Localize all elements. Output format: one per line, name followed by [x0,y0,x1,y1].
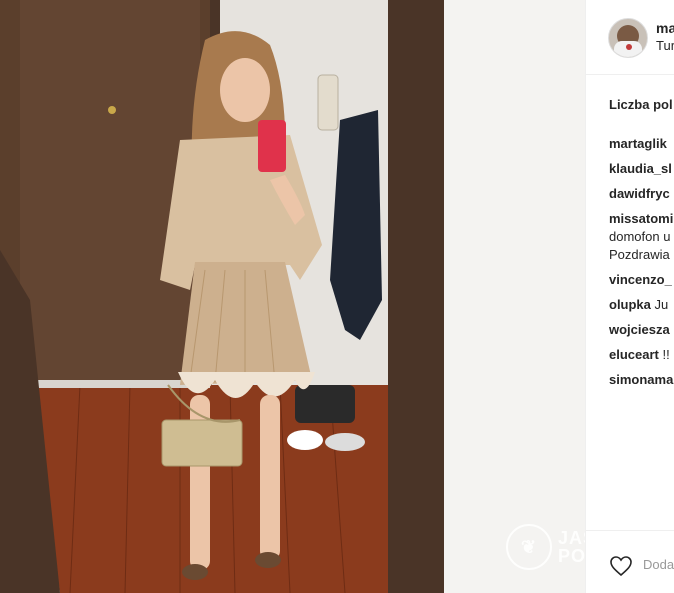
comment-item: simonama [609,371,673,389]
heart-icon[interactable] [609,555,633,577]
add-comment-input[interactable]: Doda [643,557,674,572]
post-photo[interactable]: ❦ JAS PO [0,0,585,593]
watermark-text-2: PO [558,546,585,566]
comment-username[interactable]: simonama [609,372,673,387]
watermark-logo-icon: ❦ [506,524,552,570]
comment-username[interactable]: missatomi [609,211,673,226]
username-link[interactable]: ma [656,20,674,36]
comment-item: missatomi domofon u Pozdrawia [609,210,673,264]
comment-username[interactable]: olupka [609,297,651,312]
avatar[interactable] [608,18,648,58]
comment-list: martaglik klaudia_sl dawidfryc missatomi… [609,135,673,396]
comment-item: wojciesza [609,321,673,339]
comment-item: martaglik [609,135,673,153]
post-sidebar: ma Tur Liczba pol martaglik klaudia_sl d… [585,0,674,593]
comment-username[interactable]: vincenzo_ [609,272,672,287]
post-footer: Doda [586,530,674,593]
location-link[interactable]: Tur [656,38,674,53]
comment-text: !! [658,347,670,362]
comment-username[interactable]: martaglik [609,136,667,151]
watermark-text-1: JAS [558,528,585,548]
comment-item: dawidfryc [609,185,673,203]
comment-item: klaudia_sl [609,160,673,178]
comment-username[interactable]: dawidfryc [609,186,670,201]
comment-username[interactable]: klaudia_sl [609,161,672,176]
comment-text: Pozdrawia [609,247,670,262]
mirror-selfie-image [0,0,585,593]
comment-username[interactable]: wojciesza [609,322,670,337]
comment-item: olupka Ju [609,296,673,314]
comment-text: Ju [650,297,669,312]
post-header: ma Tur [586,0,674,75]
watermark: ❦ JAS PO [506,524,585,570]
comment-item: vincenzo_ [609,271,673,289]
comment-item: eluceart !! [609,346,673,364]
comment-username[interactable]: eluceart [609,347,659,362]
likes-count[interactable]: Liczba pol [609,97,673,112]
comment-text: domofon u [609,229,671,244]
